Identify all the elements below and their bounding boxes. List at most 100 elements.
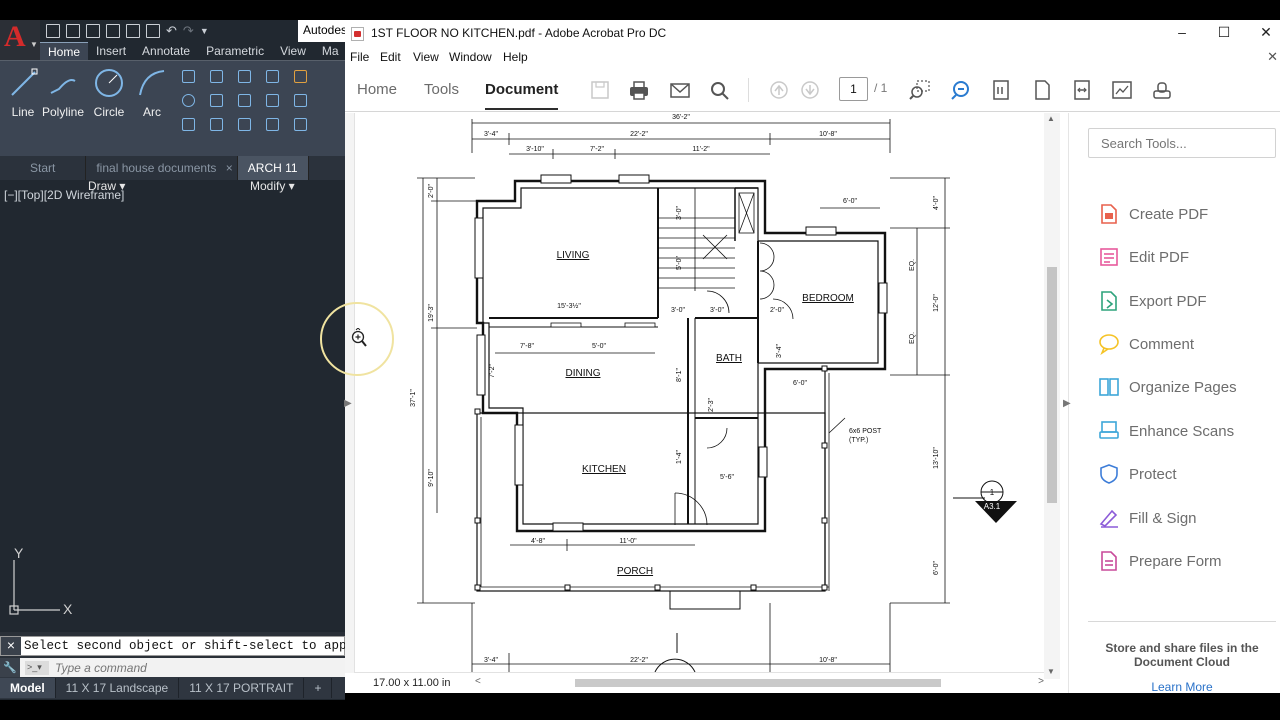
tool-comment[interactable]: Comment <box>1098 332 1278 358</box>
tool-enhance-scans[interactable]: Enhance Scans <box>1098 419 1278 445</box>
scroll-right-icon[interactable]: > <box>1038 676 1044 687</box>
save-icon[interactable] <box>589 80 611 100</box>
left-panel-collapsed[interactable] <box>345 113 355 673</box>
ellipse-tool-icon[interactable] <box>174 91 202 109</box>
save-icon[interactable] <box>86 24 100 38</box>
ribbon-tab-insert[interactable]: Insert <box>88 42 134 60</box>
rotate-tool-icon[interactable] <box>230 67 258 85</box>
dim-bath-h: 6'-0" <box>793 380 807 387</box>
undo-icon[interactable]: ↶ <box>166 23 177 39</box>
fit-page-icon[interactable] <box>1031 80 1053 100</box>
print-icon[interactable] <box>628 80 650 100</box>
document-view[interactable]: ▶ 36'-2" 3'-4" 22'-2" 10'-8" 3'-10" 7'-2… <box>344 113 1069 693</box>
ribbon-tab-home[interactable]: Home <box>40 42 89 60</box>
tab-home[interactable]: Home <box>357 81 397 98</box>
save-as-icon[interactable] <box>106 24 120 38</box>
tool-protect[interactable]: Protect <box>1098 462 1278 488</box>
modify-panel-title[interactable]: Modify ▾ <box>250 179 295 193</box>
tool-prepare-form[interactable]: Prepare Form <box>1098 549 1278 575</box>
expand-left-panel-icon[interactable]: ▶ <box>344 398 352 409</box>
tool-export-pdf[interactable]: Export PDF <box>1098 289 1278 315</box>
layout-tab-model[interactable]: Model <box>0 678 56 698</box>
open-file-icon[interactable] <box>66 24 80 38</box>
new-file-icon[interactable] <box>46 24 60 38</box>
previous-page-icon[interactable] <box>768 80 790 100</box>
layout-tab-portrait[interactable]: 11 X 17 PORTRAIT <box>179 678 305 698</box>
mirror-tool-icon[interactable] <box>230 91 258 109</box>
tool-organize-pages[interactable]: Organize Pages <box>1098 375 1278 401</box>
horizontal-scroll-thumb[interactable] <box>575 679 941 687</box>
zoom-icon[interactable] <box>950 80 972 100</box>
rectangle-tool-icon[interactable] <box>174 67 202 85</box>
next-page-icon[interactable] <box>799 80 821 100</box>
polyline-tool-button[interactable]: Polyline <box>40 67 86 119</box>
ribbon-tab-manage[interactable]: Ma <box>314 42 347 60</box>
scroll-up-icon[interactable]: ▲ <box>1047 114 1055 123</box>
hatch-tool-icon[interactable] <box>174 115 202 133</box>
explode-tool-icon[interactable] <box>286 91 314 109</box>
print-icon[interactable] <box>146 24 160 38</box>
ribbon-tab-view[interactable]: View <box>272 42 314 60</box>
command-prompt-icon[interactable]: >_▾ <box>25 661 49 675</box>
copy-tool-icon[interactable] <box>202 91 230 109</box>
circle-tool-button[interactable]: Circle <box>86 67 132 119</box>
command-input[interactable] <box>55 659 340 677</box>
ribbon-tab-parametric[interactable]: Parametric <box>198 42 272 60</box>
tool-fill-sign[interactable]: Fill & Sign <box>1098 506 1278 532</box>
file-tab-final-house[interactable]: final house documents × <box>86 156 238 180</box>
trim-tool-icon[interactable] <box>258 67 286 85</box>
file-tab-start[interactable]: Start <box>0 156 87 180</box>
menu-window[interactable]: Window <box>449 50 492 64</box>
menu-help[interactable]: Help <box>503 50 528 64</box>
command-close-icon[interactable]: × <box>1 637 21 655</box>
scroll-down-icon[interactable]: ▼ <box>1047 667 1055 676</box>
acrobat-toolbar: Home Tools Document 1 / 1 <box>345 68 1280 112</box>
learn-more-link[interactable]: Learn More <box>1088 680 1276 694</box>
layout-tab-landscape[interactable]: 11 X 17 Landscape <box>56 678 180 698</box>
maximize-icon[interactable]: ☐ <box>1203 20 1245 47</box>
add-layout-button[interactable]: + <box>304 678 333 698</box>
qat-customize-icon[interactable]: ▼ <box>200 26 209 36</box>
autocad-app-menu-button[interactable]: A ▼ <box>0 20 40 60</box>
file-tab-arch[interactable]: ARCH 11 <box>237 156 309 180</box>
array-tool-icon[interactable] <box>258 115 286 133</box>
vertical-scroll-thumb[interactable] <box>1047 267 1057 503</box>
tab-tools[interactable]: Tools <box>424 81 459 98</box>
web-mobile-icon[interactable] <box>126 24 140 38</box>
menu-edit[interactable]: Edit <box>380 50 401 64</box>
search-tools-input[interactable] <box>1088 128 1276 158</box>
arc-tool-button[interactable]: Arc <box>129 67 175 119</box>
tool-label: Organize Pages <box>1129 379 1237 396</box>
scroll-left-icon[interactable]: < <box>475 676 481 687</box>
read-mode-icon[interactable] <box>1111 80 1133 100</box>
close-document-icon[interactable]: ✕ <box>1267 49 1278 65</box>
erase-tool-icon[interactable] <box>286 67 314 85</box>
vertical-scrollbar[interactable]: ▲ ▼ <box>1044 113 1060 679</box>
scale-tool-icon[interactable] <box>230 115 258 133</box>
tool-create-pdf[interactable]: Create PDF <box>1098 202 1278 228</box>
page-number-input[interactable]: 1 <box>839 77 868 101</box>
menu-view[interactable]: View <box>413 50 439 64</box>
tool-edit-pdf[interactable]: Edit PDF <box>1098 245 1278 271</box>
search-icon[interactable] <box>709 80 731 100</box>
stretch-tool-icon[interactable] <box>202 115 230 133</box>
horizontal-scrollbar[interactable]: < > <box>475 676 1044 689</box>
redo-icon[interactable]: ↷ <box>183 23 194 39</box>
fit-width-icon[interactable] <box>1071 80 1093 100</box>
tab-document[interactable]: Document <box>485 81 559 110</box>
viewport-controls[interactable]: [−][Top][2D Wireframe] <box>4 188 124 202</box>
close-window-icon[interactable]: ✕ <box>1245 20 1280 47</box>
offset-tool-icon[interactable] <box>286 115 314 133</box>
marquee-zoom-icon[interactable] <box>909 80 931 100</box>
move-tool-icon[interactable] <box>202 67 230 85</box>
close-icon[interactable]: × <box>226 161 233 175</box>
fillet-tool-icon[interactable] <box>258 91 286 109</box>
stamp-icon[interactable] <box>1151 80 1173 100</box>
email-icon[interactable] <box>669 80 691 100</box>
minimize-icon[interactable]: – <box>1161 20 1203 47</box>
collapse-right-panel-icon[interactable]: ▶ <box>1063 398 1071 409</box>
customize-wrench-icon[interactable]: 🔧 <box>0 658 20 678</box>
page-display-icon[interactable] <box>990 80 1012 100</box>
ribbon-tab-annotate[interactable]: Annotate <box>134 42 198 60</box>
menu-file[interactable]: File <box>350 50 369 64</box>
